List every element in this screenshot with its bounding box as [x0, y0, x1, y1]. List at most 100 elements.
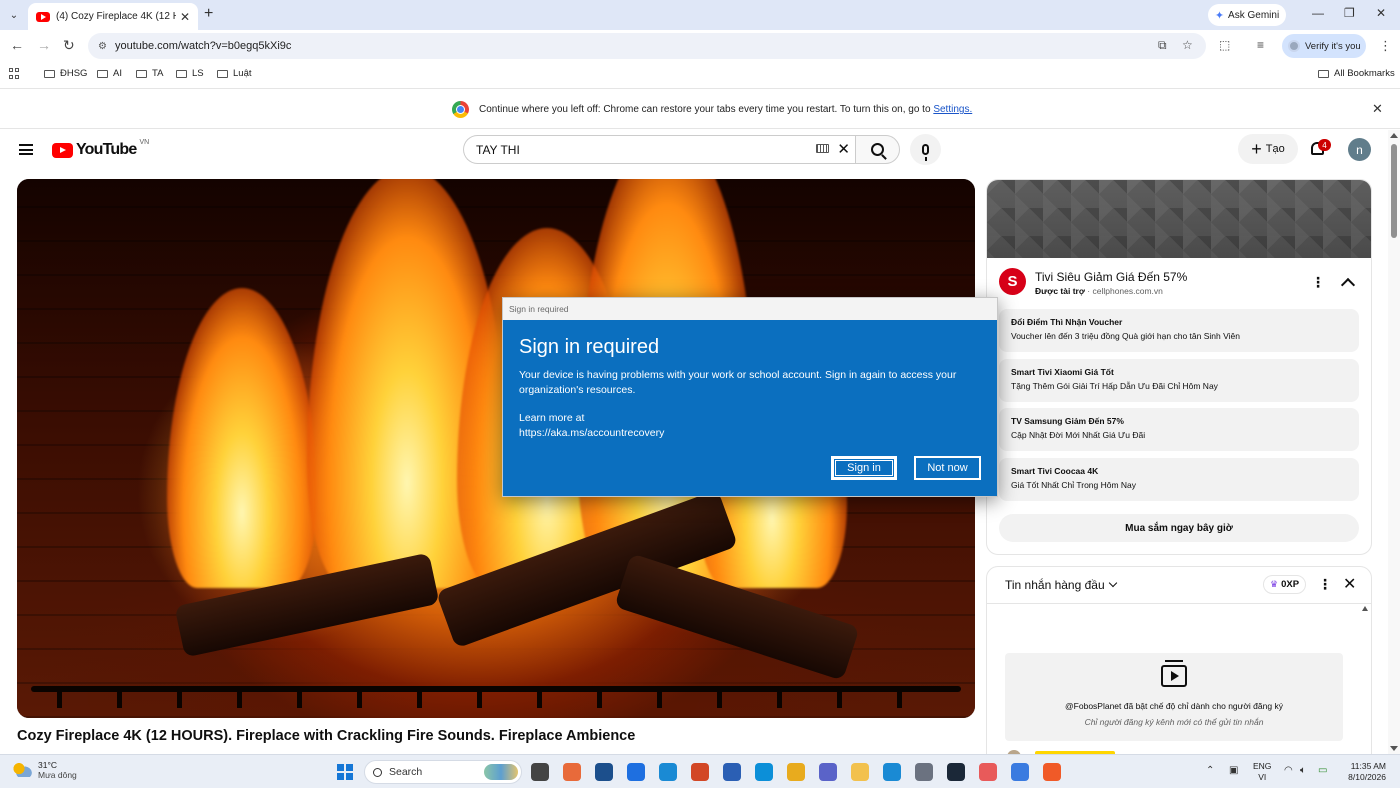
- taskbar-app-icon[interactable]: [595, 763, 613, 781]
- taskbar-app-icon[interactable]: [659, 763, 677, 781]
- new-tab-button[interactable]: +: [204, 5, 213, 23]
- bookmark-folder[interactable]: ĐHSG: [44, 68, 87, 79]
- ask-gemini-button[interactable]: ✦ Ask Gemini: [1208, 4, 1286, 26]
- voice-search-button[interactable]: [910, 134, 941, 165]
- account-avatar[interactable]: n: [1348, 138, 1371, 161]
- hamburger-menu-icon[interactable]: [19, 144, 33, 155]
- tab-search-chevron-icon[interactable]: ⌄: [4, 5, 24, 25]
- weather-widget[interactable]: 31°C Mưa dông: [12, 760, 77, 780]
- verify-profile-button[interactable]: Verify it's you: [1282, 34, 1366, 58]
- restore-message-text: Continue where you left off: Chrome can …: [479, 104, 931, 115]
- forward-icon[interactable]: →: [37, 37, 51, 53]
- chrome-menu-icon[interactable]: ⋮: [1379, 38, 1392, 54]
- chevron-up-icon[interactable]: [1340, 277, 1356, 293]
- search-value: TAY THI: [476, 142, 520, 157]
- not-now-button[interactable]: Not now: [914, 456, 981, 480]
- settings-link[interactable]: Settings.: [933, 104, 972, 115]
- back-icon[interactable]: ←: [10, 37, 24, 53]
- battery-icon[interactable]: ▭: [1318, 765, 1327, 776]
- apps-grid-icon[interactable]: [9, 68, 20, 79]
- chat-scroll-up-icon[interactable]: [1362, 606, 1368, 611]
- site-info-icon[interactable]: ⚙: [98, 41, 107, 52]
- taskbar-app-icon[interactable]: [1043, 763, 1061, 781]
- taskbar-app-icon[interactable]: [947, 763, 965, 781]
- taskbar-app-icon[interactable]: [1011, 763, 1029, 781]
- taskbar-app-icon[interactable]: [563, 763, 581, 781]
- restore-window-icon[interactable]: ❐: [1344, 6, 1355, 20]
- youtube-logo[interactable]: YouTube VN: [52, 139, 149, 159]
- xp-badge[interactable]: ♛ 0XP: [1263, 575, 1307, 594]
- ad-sitelink[interactable]: Đổi Điểm Thì Nhận Voucher Voucher lên đế…: [999, 309, 1359, 352]
- taskbar-app-icon[interactable]: [787, 763, 805, 781]
- scrollbar-thumb[interactable]: [1391, 144, 1397, 238]
- taskbar-search-box[interactable]: Search: [364, 760, 522, 784]
- install-app-icon[interactable]: ⧉: [1158, 38, 1167, 53]
- lang-bottom: VI: [1258, 772, 1267, 782]
- all-bookmarks-button[interactable]: All Bookmarks: [1318, 68, 1395, 79]
- tab-active[interactable]: (4) Cozy Fireplace 4K (12 HOUR ✕: [28, 3, 198, 30]
- taskbar-app-icon[interactable]: [691, 763, 709, 781]
- ad-more-options-icon[interactable]: ⋮: [1311, 274, 1325, 291]
- taskbar-app-icon[interactable]: [883, 763, 901, 781]
- ad-title[interactable]: Tivi Siêu Giảm Giá Đến 57%: [1035, 270, 1187, 284]
- weather-temperature: 31°C: [38, 760, 57, 770]
- tray-app-icon[interactable]: ▣: [1229, 765, 1238, 776]
- sitelink-subtitle: Giá Tốt Nhất Chỉ Trong Hôm Nay: [1011, 480, 1137, 490]
- folder-icon: [136, 69, 147, 78]
- page-scrollbar[interactable]: [1388, 130, 1400, 754]
- bookmark-folder[interactable]: TA: [136, 68, 163, 79]
- taskbar-app-icon[interactable]: [851, 763, 869, 781]
- minimize-icon[interactable]: —: [1312, 6, 1324, 20]
- taskbar-app-icon[interactable]: [531, 763, 549, 781]
- close-window-icon[interactable]: ✕: [1376, 6, 1386, 20]
- taskbar-app-icon[interactable]: [627, 763, 645, 781]
- ad-sitelink[interactable]: Smart Tivi Coocaa 4K Giá Tốt Nhất Chỉ Tr…: [999, 458, 1359, 501]
- media-controls-icon[interactable]: ≡: [1257, 38, 1264, 52]
- bookmark-folder[interactable]: LS: [176, 68, 204, 79]
- wifi-icon[interactable]: ◠: [1284, 765, 1293, 776]
- tab-close-icon[interactable]: ✕: [180, 10, 190, 24]
- start-windows-icon[interactable]: [337, 764, 353, 780]
- volume-icon[interactable]: 🔈︎: [1300, 765, 1306, 776]
- bookmark-star-icon[interactable]: ☆: [1182, 38, 1193, 52]
- sitelink-subtitle: Cập Nhật Đời Mới Nhất Giá Ưu Đãi: [1011, 430, 1146, 440]
- bookmark-folder[interactable]: Luật: [217, 68, 252, 79]
- scroll-up-arrow-icon[interactable]: [1390, 133, 1398, 138]
- keyboard-icon[interactable]: [816, 144, 829, 153]
- notification-badge: 4: [1318, 139, 1331, 151]
- ad-banner-image[interactable]: [987, 180, 1371, 258]
- sponsored-ad-card: S Tivi Siêu Giảm Giá Đến 57% Được tài tr…: [986, 179, 1372, 555]
- infobar-close-icon[interactable]: ✕: [1372, 101, 1383, 117]
- ad-sitelink[interactable]: Smart Tivi Xiaomi Giá Tốt Tặng Thêm Gói …: [999, 359, 1359, 402]
- clear-search-icon[interactable]: ✕: [837, 140, 850, 158]
- search-input[interactable]: TAY THI ✕: [463, 135, 855, 164]
- sign-in-button[interactable]: Sign in: [831, 456, 897, 480]
- extensions-icon[interactable]: ⬚: [1219, 38, 1230, 52]
- chat-mode-dropdown[interactable]: Tin nhắn hàng đầu: [1005, 578, 1117, 592]
- subscribers-only-hint: Chỉ người đăng ký kênh mới có thể gửi ti…: [1084, 717, 1264, 727]
- chat-more-options-icon[interactable]: ⋮: [1318, 576, 1332, 593]
- ad-sitelink[interactable]: TV Samsung Giảm Đến 57% Cập Nhật Đời Mới…: [999, 408, 1359, 451]
- reload-icon[interactable]: ↻: [63, 37, 75, 54]
- taskbar-app-icon[interactable]: [819, 763, 837, 781]
- taskbar-app-icon[interactable]: [979, 763, 997, 781]
- scroll-down-arrow-icon[interactable]: [1390, 746, 1398, 751]
- address-bar[interactable]: ⚙ youtube.com/watch?v=b0egq5kXi9c: [88, 33, 1206, 59]
- weather-condition: Mưa dông: [38, 770, 77, 780]
- bookmark-folder[interactable]: AI: [97, 68, 122, 79]
- chat-close-icon[interactable]: ✕: [1343, 574, 1356, 594]
- taskbar-app-icon[interactable]: [915, 763, 933, 781]
- create-button[interactable]: + Tạo: [1238, 134, 1298, 164]
- taskbar-app-icon[interactable]: [723, 763, 741, 781]
- tab-strip: ⌄ (4) Cozy Fireplace 4K (12 HOUR ✕ + ✦ A…: [0, 0, 1400, 30]
- tray-overflow-chevron-icon[interactable]: ⌃: [1206, 765, 1214, 776]
- shop-now-button[interactable]: Mua sắm ngay bây giờ: [999, 514, 1359, 542]
- system-clock[interactable]: 11:35 AM 8/10/2026: [1340, 761, 1386, 783]
- dialog-body: Your device is having problems with your…: [519, 369, 957, 396]
- taskbar-app-icon[interactable]: [755, 763, 773, 781]
- subscribers-only-text: @FobosPlanet đã bật chế độ chỉ dành cho …: [1065, 701, 1283, 711]
- advertiser-logo[interactable]: S: [999, 268, 1026, 295]
- dialog-title-bar[interactable]: Sign in required: [503, 298, 997, 320]
- search-button[interactable]: [855, 135, 900, 164]
- input-language-indicator[interactable]: ENG VI: [1253, 761, 1271, 783]
